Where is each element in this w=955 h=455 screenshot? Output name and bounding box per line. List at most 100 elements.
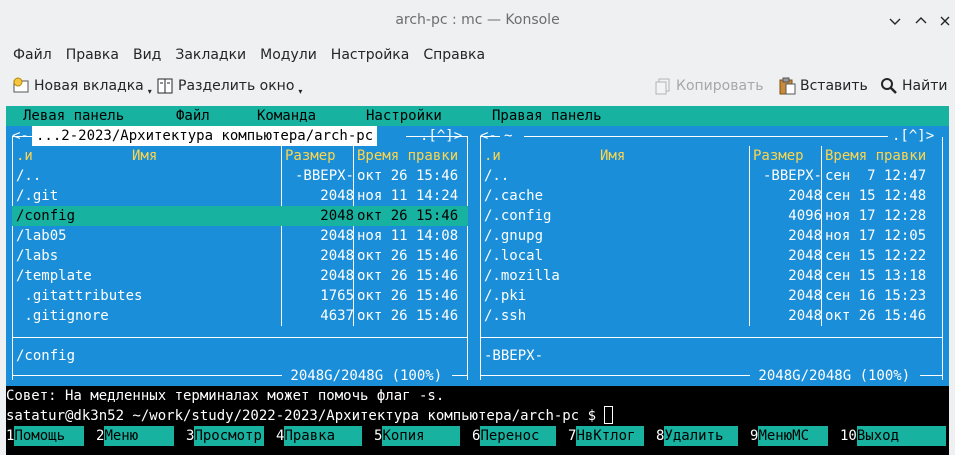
right-status: -ВВЕРХ- [484,348,544,364]
fkey-label: Копия [382,426,461,446]
menu-file[interactable]: Файл [6,44,59,68]
file-row[interactable]: /labs 2048 окт 26 15:46 [12,246,468,266]
fkey-number: 9 [750,428,759,444]
left-panel-corner-left: <- [12,128,29,144]
fkey-4[interactable]: 4Правка [276,426,374,446]
file-size: 4637 [320,308,354,324]
chevron-down-icon: ▾ [298,86,303,96]
file-row[interactable]: .gitattributes 1765 окт 26 15:46 [12,286,468,306]
copy-icon [654,77,672,95]
copy-button[interactable]: Копировать [648,72,769,100]
fkey-label: Правка [284,426,363,446]
keep-above-button[interactable] [884,10,906,32]
left-panel-corner[interactable]: .[^]> [420,126,462,146]
fkey-label: Помощь [14,426,85,446]
file-mtime: окт 26 15:46 [825,308,927,324]
close-button[interactable] [934,10,955,32]
window-title: arch-pc : mc — Konsole [395,12,560,28]
menu-edit[interactable]: Правка [59,44,126,68]
file-row[interactable]: /config 2048 окт 26 15:46 [12,206,468,226]
fkey-label: Меню [104,426,175,446]
left-header-name[interactable]: Имя [132,146,157,166]
menu-bookmarks[interactable]: Закладки [168,44,253,68]
new-tab-label: Новая вкладка [34,78,144,94]
file-row[interactable]: .gitignore 4637 окт 26 15:46 [12,306,468,326]
menu-help[interactable]: Справка [416,44,492,68]
shell-prompt[interactable]: satatur@dk3n52 ~/work/study/2022-2023/Ар… [6,405,949,426]
copy-label: Копировать [676,78,764,94]
file-size: 2048 [320,228,354,244]
menu-plugins[interactable]: Модули [253,44,324,68]
mc-menu-left-panel[interactable]: Левая панель [23,106,124,126]
close-icon [940,16,950,26]
left-status: /config [16,348,76,364]
right-free-space: 2048G/2048G (100%) [750,368,919,384]
file-name: /.mozilla [484,268,560,284]
file-row[interactable]: /.ssh 2048 окт 26 15:46 [480,306,943,326]
right-header-time[interactable]: Время правки [825,146,926,166]
file-row[interactable]: /.gnupg 2048 ноя 17 12:05 [480,226,943,246]
file-row[interactable]: /lab05 2048 ноя 11 14:08 [12,226,468,246]
left-panel-path: ...2-2023/Архитектура компьютера/arch-pc [32,126,378,146]
prompt-text: satatur@dk3n52 ~/work/study/2022-2023/Ар… [6,408,605,424]
mc-menu-options[interactable]: Настройки [366,106,442,126]
left-header-time[interactable]: Время правки [357,146,458,166]
find-button[interactable]: Найти [874,72,953,100]
file-row[interactable]: /.. -ВВЕРХ-окт 26 15:46 [12,166,468,186]
right-panel-corner[interactable]: .[^]> [892,126,934,146]
new-tab-button[interactable]: Новая вкладка ▾ [6,72,158,100]
file-size: 2048 [788,308,822,324]
file-mtime: окт 26 15:46 [357,208,459,224]
menu-settings[interactable]: Настройка [324,44,417,68]
fkey-label: Удалить [664,426,739,446]
fkey-9[interactable]: 9МенюМС [750,426,840,446]
file-name: /.. [16,168,42,184]
split-view-button[interactable]: Разделить окно ▾ [150,72,308,100]
left-panel[interactable]: <- ...2-2023/Архитектура компьютера/arch… [6,126,474,386]
right-panel[interactable]: <- ~ .[^]> .и Имя Размер Время правки /.… [474,126,949,386]
file-size: 2048 [320,268,354,284]
minimize-button[interactable] [910,10,932,32]
menu-view[interactable]: Вид [126,44,168,68]
fkey-5[interactable]: 5Копия [374,426,472,446]
mc-menu-command[interactable]: Команда [257,106,316,126]
file-row[interactable]: /.mozilla 2048 сен 15 13:18 [480,266,943,286]
file-row[interactable]: /.. -ВВЕРХ-сен 7 12:47 [480,166,943,186]
mc-menu-file[interactable]: Файл [176,106,210,126]
file-mtime: сен 15 12:22 [825,248,927,264]
new-tab-icon [12,77,30,95]
file-size: 2048 [788,268,822,284]
left-header-size[interactable]: Размер [285,146,336,166]
file-row[interactable]: /.git 2048 ноя 11 14:24 [12,186,468,206]
file-size: 2048 [788,228,822,244]
file-row[interactable]: /.local 2048 сен 15 12:22 [480,246,943,266]
paste-icon [778,77,796,95]
fkey-6[interactable]: 6Перенос [472,426,568,446]
file-name: /config [16,208,76,224]
file-name: .gitattributes [16,288,143,304]
fkey-7[interactable]: 7НвКтлог [568,426,656,446]
fkey-3[interactable]: 3Просмотр [186,426,276,446]
split-view-label: Разделить окно [178,78,295,94]
file-row[interactable]: /.pki 2048 сен 16 15:23 [480,286,943,306]
fkey-number: 3 [186,428,195,444]
file-row[interactable]: /template 2048 окт 26 15:46 [12,266,468,286]
fkey-8[interactable]: 8Удалить [656,426,750,446]
fkey-10[interactable]: 10Выход [840,426,949,446]
file-mtime: окт 26 15:46 [357,248,459,264]
mc-menu-right-panel[interactable]: Правая панель [492,106,602,126]
fkey-label: МенюМС [758,426,829,446]
file-row[interactable]: /.config 4096 ноя 17 12:28 [480,206,943,226]
right-header-size[interactable]: Размер [753,146,804,166]
file-row[interactable]: /.cache 2048 сен 15 12:48 [480,186,943,206]
fkey-number: 8 [656,428,665,444]
file-size: -ВВЕРХ- [762,168,822,184]
file-mtime: окт 26 15:46 [357,268,459,284]
right-header-name[interactable]: Имя [600,146,625,166]
terminal[interactable]: Левая панель Файл Команда Настройки Прав… [6,106,949,455]
fkey-1[interactable]: 1Помощь [6,426,96,446]
file-size: 2048 [320,208,354,224]
file-size: -ВВЕРХ- [294,168,354,184]
paste-button[interactable]: Вставить [772,72,874,100]
fkey-2[interactable]: 2Меню [96,426,186,446]
